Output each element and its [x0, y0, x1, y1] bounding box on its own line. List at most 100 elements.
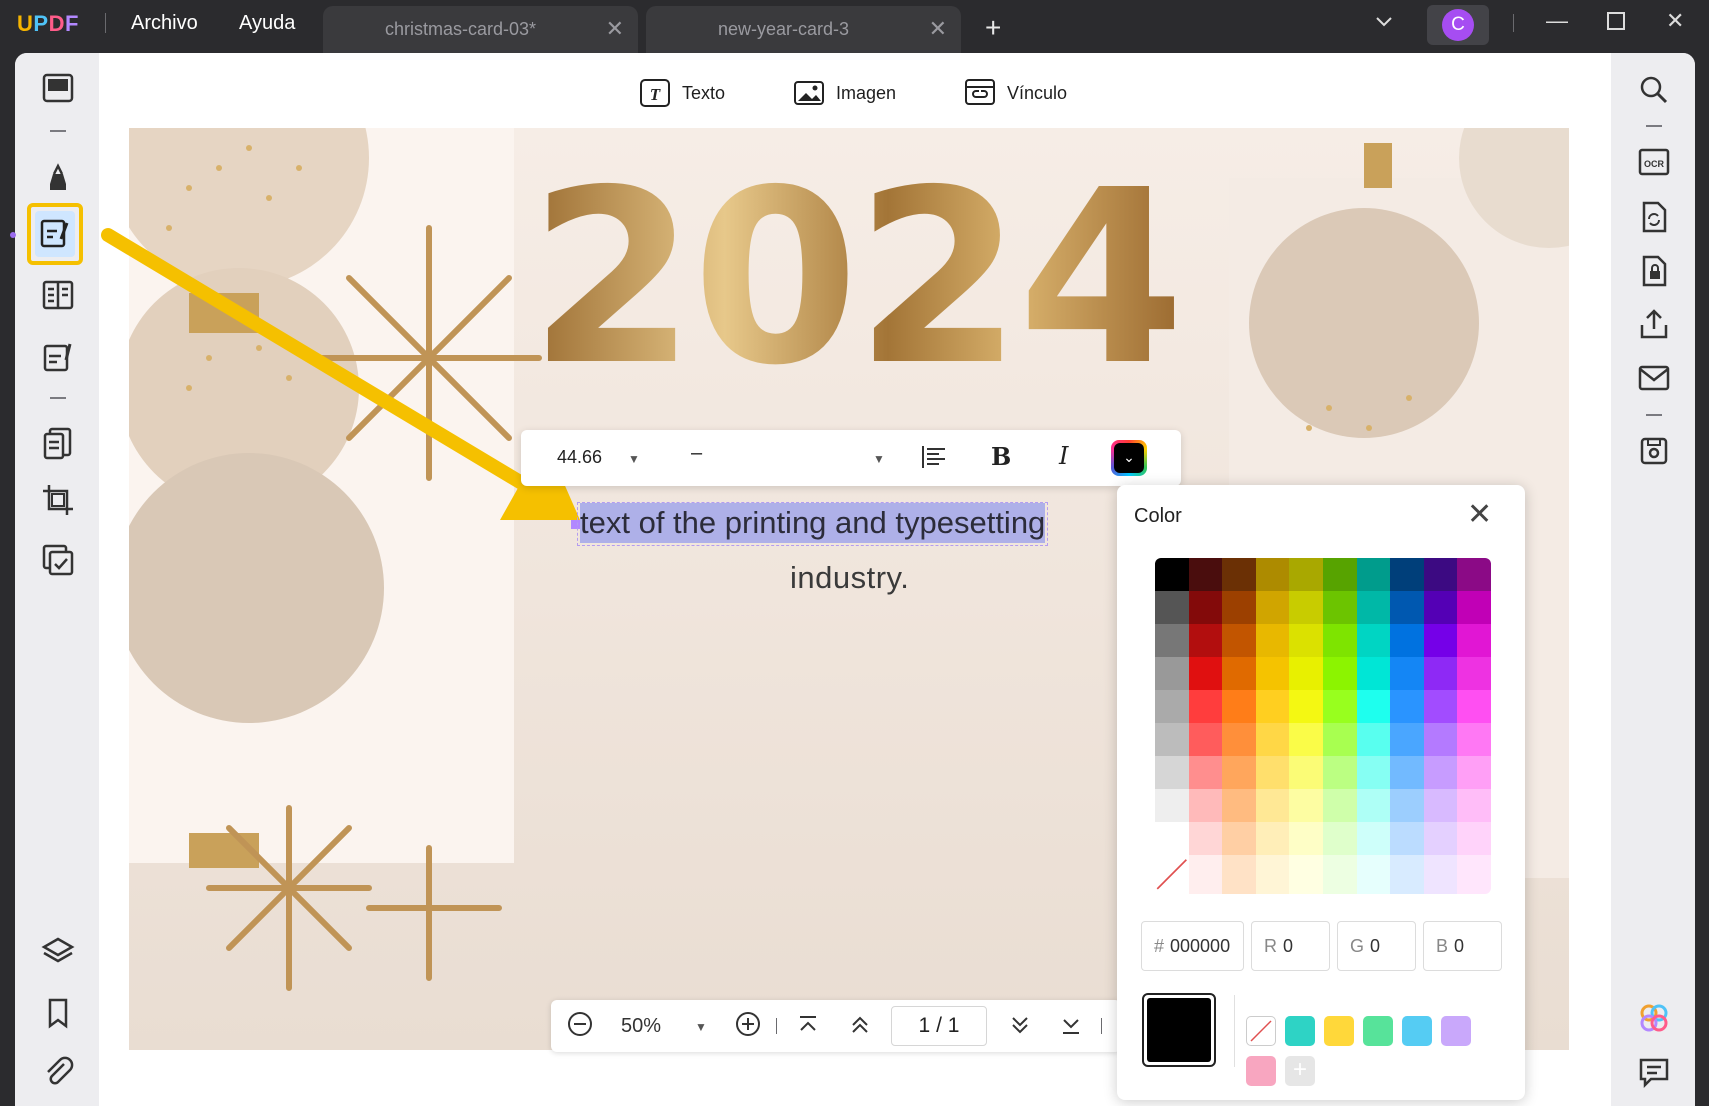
color-swatch[interactable]	[1255, 855, 1290, 894]
color-swatch[interactable]	[1322, 624, 1357, 658]
color-swatch[interactable]	[1356, 756, 1391, 790]
zoom-dropdown-icon[interactable]: ▼	[695, 1020, 707, 1034]
year-heading[interactable]: 2024	[529, 158, 1185, 398]
color-swatch[interactable]	[1222, 624, 1256, 658]
color-swatch[interactable]	[1155, 657, 1189, 691]
color-swatch[interactable]	[1255, 591, 1290, 625]
chevron-down-icon[interactable]	[1374, 12, 1394, 32]
close-window-icon[interactable]: ✕	[1666, 8, 1684, 34]
email-icon[interactable]	[1636, 360, 1672, 396]
color-swatch[interactable]	[1155, 690, 1189, 724]
color-swatch[interactable]	[1255, 756, 1290, 790]
color-swatch[interactable]	[1222, 558, 1256, 592]
color-swatch[interactable]	[1155, 624, 1189, 658]
comment-highlighter-icon[interactable]	[40, 160, 76, 196]
color-swatch[interactable]	[1255, 657, 1290, 691]
color-swatch[interactable]	[1423, 690, 1458, 724]
selected-text[interactable]: text of the printing and typesetting	[580, 503, 1046, 543]
color-swatch[interactable]	[1356, 624, 1391, 658]
zoom-in-icon[interactable]	[735, 1011, 761, 1043]
color-swatch[interactable]	[1155, 855, 1189, 894]
add-link-button[interactable]: Vínculo	[965, 76, 1067, 110]
color-swatch[interactable]	[1423, 855, 1458, 894]
color-swatch[interactable]	[1155, 558, 1189, 592]
color-swatch[interactable]	[1390, 690, 1424, 724]
color-palette-grid[interactable]	[1155, 558, 1491, 894]
attachment-icon[interactable]	[40, 1054, 76, 1090]
color-swatch[interactable]	[1222, 690, 1256, 724]
close-icon[interactable]: ✕	[1467, 497, 1492, 532]
ai-assistant-icon[interactable]	[1636, 1000, 1672, 1036]
color-swatch[interactable]	[1255, 789, 1290, 823]
color-swatch[interactable]	[1356, 723, 1391, 757]
color-swatch[interactable]	[1289, 591, 1323, 625]
italic-button[interactable]: I	[1059, 442, 1068, 470]
color-swatch[interactable]	[1188, 789, 1223, 823]
color-swatch[interactable]	[1255, 822, 1290, 856]
add-text-button[interactable]: T Texto	[640, 76, 725, 110]
edit-pdf-button[interactable]	[27, 203, 83, 265]
color-swatch[interactable]	[1423, 558, 1458, 592]
color-swatch[interactable]	[1423, 723, 1458, 757]
color-swatch[interactable]	[1322, 558, 1357, 592]
protect-icon[interactable]	[1636, 253, 1672, 289]
color-swatch[interactable]	[1390, 558, 1424, 592]
bookmark-icon[interactable]	[40, 995, 76, 1031]
new-tab-button[interactable]: +	[985, 12, 1001, 44]
color-swatch[interactable]	[1188, 690, 1223, 724]
color-swatch[interactable]	[1222, 855, 1256, 894]
save-icon[interactable]	[1636, 433, 1672, 469]
color-swatch[interactable]	[1289, 855, 1323, 894]
color-swatch[interactable]	[1457, 789, 1491, 823]
bold-button[interactable]: B	[991, 442, 1011, 471]
font-family-value[interactable]: –	[691, 442, 702, 465]
menu-archivo[interactable]: Archivo	[131, 12, 198, 35]
close-tab-icon[interactable]: ✕	[606, 16, 624, 42]
search-icon[interactable]	[1636, 72, 1672, 108]
color-swatch[interactable]	[1255, 624, 1290, 658]
color-swatch[interactable]	[1255, 723, 1290, 757]
tab-christmas-card[interactable]: christmas-card-03* ✕	[323, 6, 638, 53]
font-size-dropdown-icon[interactable]: ▼	[628, 452, 640, 466]
color-swatch[interactable]	[1188, 723, 1223, 757]
color-swatch[interactable]	[1457, 624, 1491, 658]
color-swatch[interactable]	[1356, 789, 1391, 823]
color-swatch[interactable]	[1188, 756, 1223, 790]
first-page-icon[interactable]	[797, 1014, 819, 1042]
color-swatch[interactable]	[1322, 657, 1357, 691]
color-swatch[interactable]	[1222, 789, 1256, 823]
color-swatch[interactable]	[1222, 756, 1256, 790]
color-swatch[interactable]	[1423, 624, 1458, 658]
color-swatch[interactable]	[1289, 789, 1323, 823]
recent-color-swatch[interactable]	[1246, 1016, 1276, 1046]
color-swatch[interactable]	[1390, 855, 1424, 894]
color-swatch[interactable]	[1322, 789, 1357, 823]
crop-icon[interactable]	[40, 482, 76, 518]
color-swatch[interactable]	[1457, 756, 1491, 790]
color-swatch[interactable]	[1322, 855, 1357, 894]
color-swatch[interactable]	[1289, 624, 1323, 658]
color-swatch[interactable]	[1356, 558, 1391, 592]
organize-pages-icon[interactable]	[40, 425, 76, 461]
color-swatch[interactable]	[1390, 723, 1424, 757]
color-swatch[interactable]	[1155, 723, 1189, 757]
color-swatch[interactable]	[1322, 591, 1357, 625]
add-image-button[interactable]: Imagen	[794, 76, 896, 110]
color-swatch[interactable]	[1222, 822, 1256, 856]
last-page-icon[interactable]	[1060, 1014, 1082, 1042]
color-swatch[interactable]	[1188, 855, 1223, 894]
color-swatch[interactable]	[1188, 822, 1223, 856]
blue-field[interactable]: B0	[1423, 921, 1502, 971]
color-swatch[interactable]	[1289, 690, 1323, 724]
color-swatch[interactable]	[1322, 756, 1357, 790]
page-indicator[interactable]: 1 / 1	[891, 1006, 987, 1046]
color-swatch[interactable]	[1322, 723, 1357, 757]
color-swatch[interactable]	[1222, 591, 1256, 625]
font-size-value[interactable]: 44.66	[557, 447, 602, 468]
fill-sign-icon[interactable]	[40, 338, 76, 374]
color-swatch[interactable]	[1390, 624, 1424, 658]
color-swatch[interactable]	[1356, 690, 1391, 724]
color-swatch[interactable]	[1188, 591, 1223, 625]
color-swatch[interactable]	[1155, 591, 1189, 625]
selected-text-box[interactable]: text of the printing and typesetting	[577, 502, 1049, 546]
